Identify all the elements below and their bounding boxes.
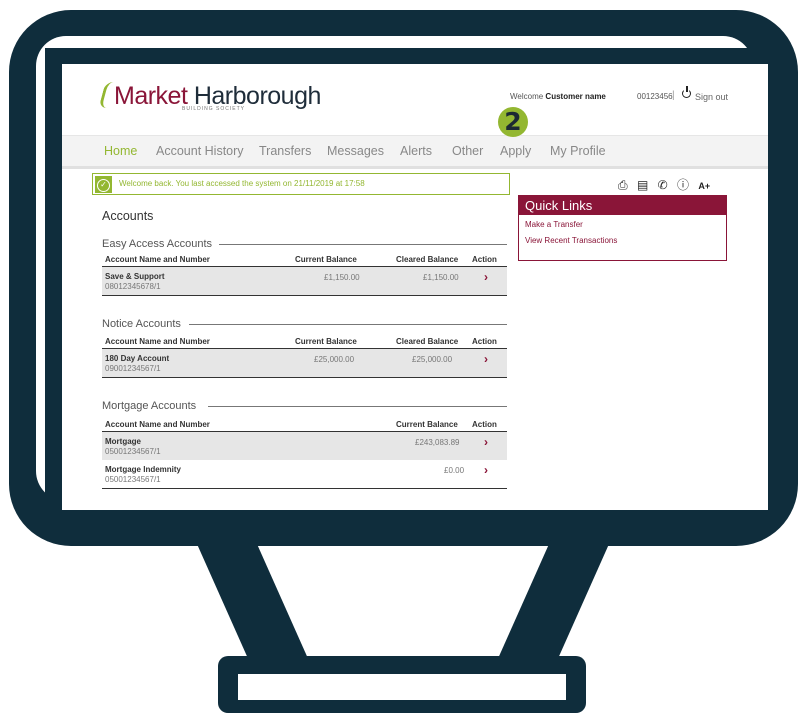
mortgage-accounts-title: Mortgage Accounts — [102, 400, 197, 412]
row-action-chevron-icon[interactable]: › — [484, 352, 488, 366]
sign-out-link[interactable]: Sign out — [695, 92, 728, 102]
logo-market-text: Market — [114, 82, 188, 110]
account-name: Save & Support — [105, 272, 165, 281]
col-action: Action — [472, 420, 497, 429]
last-login-notice: ✓ Welcome back. You last accessed the sy… — [92, 173, 510, 195]
col-current-balance: Current Balance — [396, 420, 458, 429]
current-balance: £243,083.89 — [415, 438, 460, 447]
check-circle-icon: ✓ — [95, 176, 112, 193]
logo-subtitle: BUILDING SOCIETY — [182, 106, 245, 112]
cleared-balance: £1,150.00 — [423, 273, 459, 282]
table-bottom-rule — [102, 488, 507, 489]
row-action-chevron-icon[interactable]: › — [484, 463, 488, 477]
nav-my-profile[interactable]: My Profile — [550, 144, 606, 158]
easy-access-table: Account Name and Number Current Balance … — [102, 252, 507, 296]
table-header: Account Name and Number Current Balance … — [102, 334, 507, 349]
quick-link-recent-transactions[interactable]: View Recent Transactions — [519, 236, 726, 245]
account-name: Mortgage Indemnity — [105, 465, 182, 474]
account-row: 180 Day Account 09001234567/1 £25,000.00… — [102, 349, 507, 377]
help-icon[interactable]: ⓘ — [677, 176, 689, 193]
row-action-chevron-icon[interactable]: › — [484, 435, 488, 449]
col-current-balance: Current Balance — [295, 337, 357, 346]
account-row: Mortgage Indemnity 05001234567/1 £0.00 › — [102, 460, 507, 488]
col-action: Action — [472, 337, 497, 346]
col-cleared-balance: Cleared Balance — [396, 337, 459, 346]
customer-name: Customer name — [545, 92, 606, 101]
account-row: Save & Support 08012345678/1 £1,150.00 £… — [102, 267, 507, 295]
account-number: 08012345678/1 — [105, 282, 161, 291]
table-bottom-rule — [102, 377, 507, 378]
notice-accounts-table: Account Name and Number Current Balance … — [102, 334, 507, 378]
col-account: Account Name and Number — [105, 337, 210, 346]
account-row: Mortgage 05001234567/1 £243,083.89 › — [102, 432, 507, 460]
section-divider — [189, 324, 507, 325]
customer-number: 00123456 — [637, 92, 673, 101]
monitor-base-inner — [238, 674, 566, 700]
id-card-icon[interactable]: ▤ — [637, 178, 648, 192]
notice-accounts-title: Notice Accounts — [102, 318, 181, 330]
step-number-badge: 2 — [498, 107, 528, 137]
quick-links-panel: Quick Links Make a Transfer View Recent … — [518, 195, 727, 261]
welcome-prefix: Welcome — [510, 92, 546, 101]
row-action-chevron-icon[interactable]: › — [484, 270, 488, 284]
accounts-title: Accounts — [102, 209, 154, 223]
nav-alerts[interactable]: Alerts — [400, 144, 432, 158]
main-nav: Home Account History Transfers Messages … — [62, 135, 768, 169]
col-action: Action — [472, 255, 497, 264]
nav-account-history[interactable]: Account History — [156, 144, 244, 158]
col-current-balance: Current Balance — [295, 255, 357, 264]
account-number: 09001234567/1 — [105, 364, 161, 373]
header-separator: | — [672, 90, 675, 101]
current-balance: £1,150.00 — [324, 273, 360, 282]
mortgage-accounts-table: Account Name and Number Current Balance … — [102, 417, 507, 489]
account-number: 05001234567/1 — [105, 447, 161, 456]
screen: Market Harborough BUILDING SOCIETY Welco… — [62, 64, 768, 510]
quick-links-title: Quick Links — [519, 196, 726, 215]
account-number: 05001234567/1 — [105, 475, 161, 484]
phone-icon[interactable]: ✆ — [658, 178, 668, 192]
nav-apply[interactable]: Apply — [500, 144, 531, 158]
col-account: Account Name and Number — [105, 420, 210, 429]
section-divider — [219, 244, 507, 245]
cleared-balance: £25,000.00 — [412, 355, 453, 364]
last-login-text: Welcome back. You last accessed the syst… — [119, 179, 365, 188]
nav-messages[interactable]: Messages — [327, 144, 384, 158]
easy-access-title: Easy Access Accounts — [102, 238, 213, 250]
table-bottom-rule — [102, 295, 507, 296]
current-balance: £25,000.00 — [314, 355, 355, 364]
col-account: Account Name and Number — [105, 255, 210, 264]
nav-home[interactable]: Home — [104, 144, 137, 158]
table-header: Account Name and Number Current Balance … — [102, 252, 507, 267]
current-balance: £0.00 — [444, 466, 465, 475]
text-size-icon[interactable]: A+ — [698, 181, 710, 191]
printer-icon[interactable]: ⎙ — [618, 178, 628, 193]
nav-transfers[interactable]: Transfers — [259, 144, 311, 158]
utility-toolbar: ⎙ ▤ ✆ ⓘ A+ — [618, 176, 716, 193]
account-name: Mortgage — [105, 437, 141, 446]
table-header: Account Name and Number Current Balance … — [102, 417, 507, 432]
account-name: 180 Day Account — [105, 354, 170, 363]
power-icon[interactable] — [682, 89, 691, 98]
welcome-message: Welcome Customer name — [510, 92, 606, 101]
nav-other[interactable]: Other — [452, 144, 483, 158]
col-cleared-balance: Cleared Balance — [396, 255, 459, 264]
section-divider — [208, 406, 507, 407]
quick-link-make-transfer[interactable]: Make a Transfer — [519, 220, 726, 229]
